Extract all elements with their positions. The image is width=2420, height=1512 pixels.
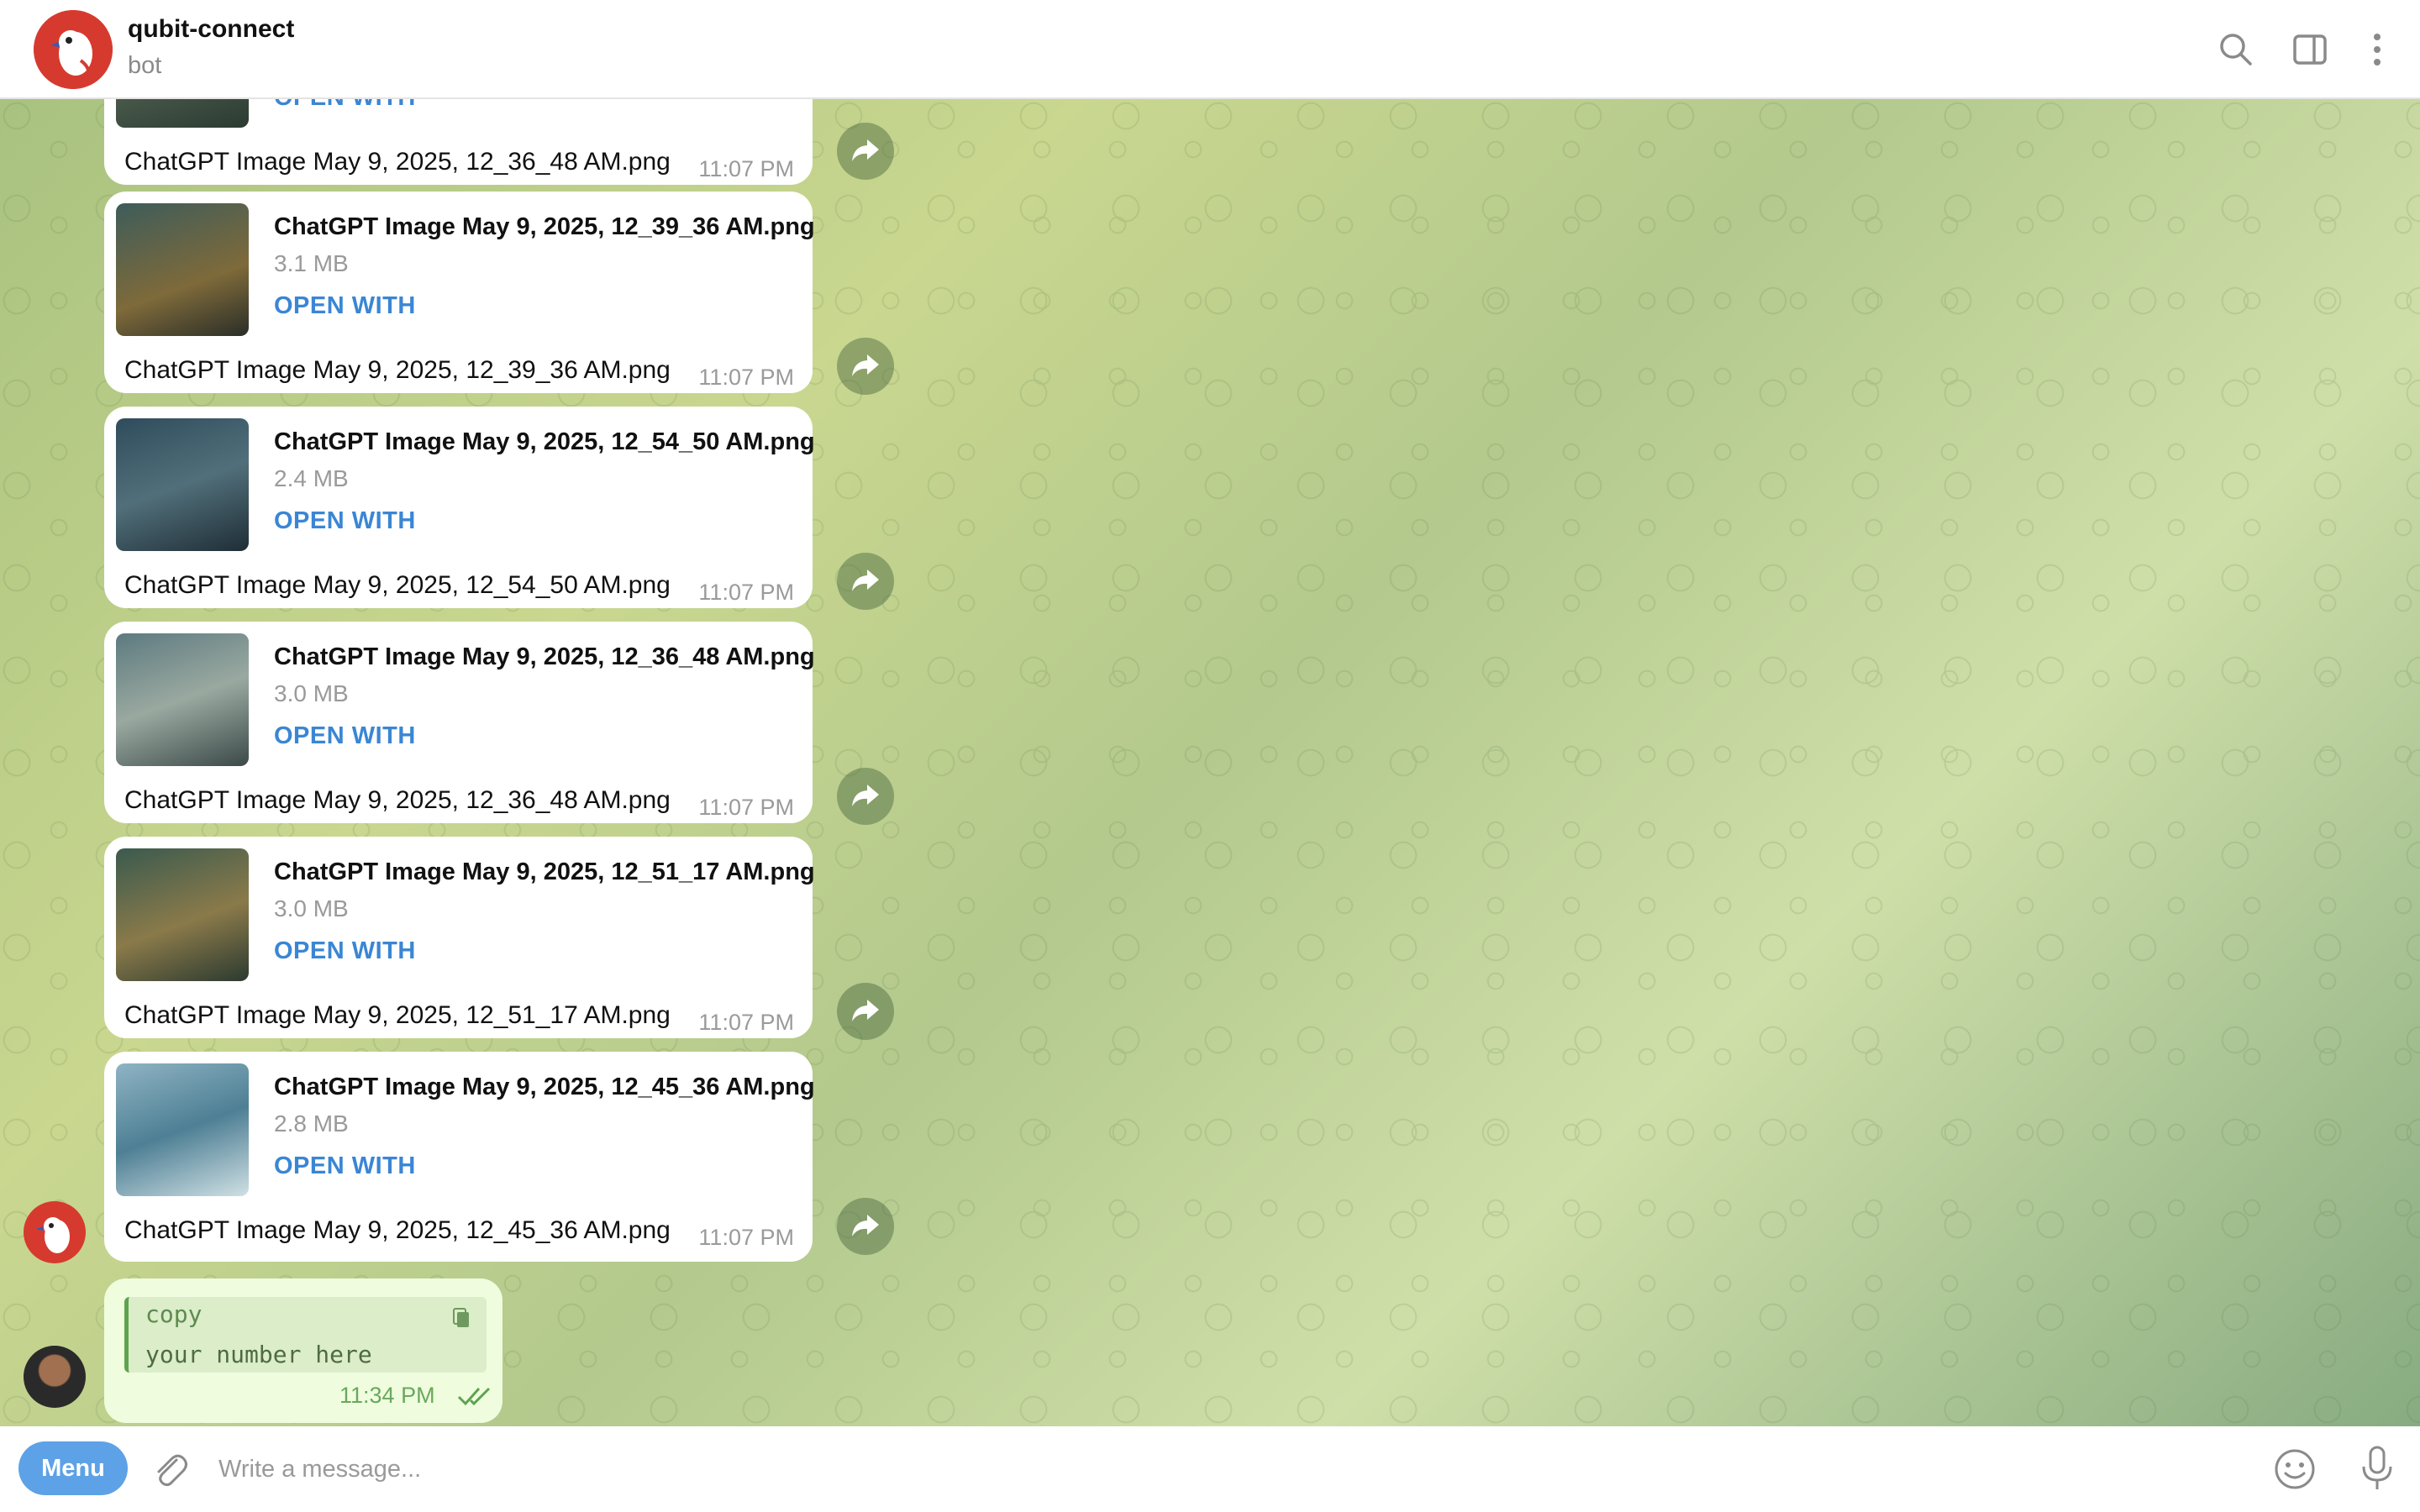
emoji-icon[interactable] [2272,1446,2317,1492]
file-size: 3.0 MB [274,680,349,706]
message-time: 11:07 PM [698,580,794,605]
open-with-button[interactable]: OPEN WITH [274,1152,416,1180]
file-name[interactable]: ChatGPT Image May 9, 2025, 12_54_50 AM.p… [274,428,815,456]
open-with-button[interactable]: OPEN WITH [274,937,416,965]
image-thumbnail[interactable] [116,633,249,766]
file-name[interactable]: ChatGPT Image May 9, 2025, 12_45_36 AM.p… [274,1074,815,1101]
code-block[interactable]: copy your number here [124,1297,487,1373]
chat-subtitle: bot [128,52,162,79]
read-checkmarks-icon [457,1384,496,1408]
file-message[interactable]: OPEN WITH ChatGPT Image May 9, 2025, 12_… [104,99,813,185]
open-with-button[interactable]: OPEN WITH [274,722,416,750]
message-time: 11:34 PM [339,1383,435,1408]
forward-icon[interactable] [837,553,894,610]
forward-icon[interactable] [837,983,894,1040]
forward-icon[interactable] [837,123,894,180]
chat-title[interactable]: qubit-connect [128,15,294,44]
image-thumbnail[interactable] [116,99,249,128]
image-thumbnail[interactable] [116,418,249,551]
message-caption: ChatGPT Image May 9, 2025, 12_36_48 AM.p… [124,148,671,176]
file-message[interactable]: ChatGPT Image May 9, 2025, 12_36_48 AM.p… [104,622,815,823]
bot-avatar[interactable] [34,10,113,89]
image-thumbnail[interactable] [116,848,249,981]
microphone-icon[interactable] [2356,1443,2398,1494]
file-name[interactable]: ChatGPT Image May 9, 2025, 12_36_48 AM.p… [274,643,815,671]
file-message[interactable]: ChatGPT Image May 9, 2025, 12_45_36 AM.p… [104,1052,815,1262]
file-name[interactable]: ChatGPT Image May 9, 2025, 12_39_36 AM.p… [274,213,815,241]
forward-icon[interactable] [837,768,894,825]
menu-button[interactable]: Menu [18,1441,128,1495]
paperclip-icon[interactable] [148,1448,190,1490]
file-size: 3.0 MB [274,895,349,921]
forward-icon[interactable] [837,338,894,395]
message-input[interactable] [217,1443,2237,1495]
search-icon[interactable] [2215,29,2257,71]
file-message[interactable]: ChatGPT Image May 9, 2025, 12_39_36 AM.p… [104,192,815,393]
message-caption: ChatGPT Image May 9, 2025, 12_39_36 AM.p… [124,356,671,384]
file-size: 3.1 MB [274,250,349,276]
message-time: 11:07 PM [698,795,794,820]
code-language-label: copy [145,1300,203,1328]
file-message[interactable]: ChatGPT Image May 9, 2025, 12_51_17 AM.p… [104,837,815,1038]
open-with-button[interactable]: OPEN WITH [274,99,416,112]
message-composer: Menu [0,1426,2420,1512]
copy-icon[interactable] [450,1305,475,1331]
user-avatar[interactable] [24,1346,86,1408]
open-with-button[interactable]: OPEN WITH [274,292,416,320]
message-caption: ChatGPT Image May 9, 2025, 12_54_50 AM.p… [124,571,671,599]
image-thumbnail[interactable] [116,1063,249,1196]
open-with-button[interactable]: OPEN WITH [274,507,416,535]
chat-header: qubit-connect bot [0,0,2420,99]
message-time: 11:07 PM [698,156,794,181]
outgoing-message[interactable]: copy your number here 11:34 PM [104,1278,502,1423]
forward-icon[interactable] [837,1198,894,1255]
file-size: 2.8 MB [274,1110,349,1137]
more-vertical-icon[interactable] [2356,29,2398,71]
sidebar-toggle-icon[interactable] [2289,29,2331,71]
message-caption: ChatGPT Image May 9, 2025, 12_51_17 AM.p… [124,1001,671,1029]
bot-avatar-small[interactable] [24,1201,86,1263]
message-time: 11:07 PM [698,365,794,390]
code-text[interactable]: your number here [145,1341,372,1368]
file-size: 2.4 MB [274,465,349,491]
message-list[interactable]: OPEN WITH ChatGPT Image May 9, 2025, 12_… [0,99,2420,1426]
message-time: 11:07 PM [698,1010,794,1035]
file-message[interactable]: ChatGPT Image May 9, 2025, 12_54_50 AM.p… [104,407,815,608]
message-caption: ChatGPT Image May 9, 2025, 12_45_36 AM.p… [124,1216,671,1244]
image-thumbnail[interactable] [116,203,249,336]
message-time: 11:07 PM [698,1225,794,1250]
message-caption: ChatGPT Image May 9, 2025, 12_36_48 AM.p… [124,786,671,814]
file-name[interactable]: ChatGPT Image May 9, 2025, 12_51_17 AM.p… [274,858,815,886]
